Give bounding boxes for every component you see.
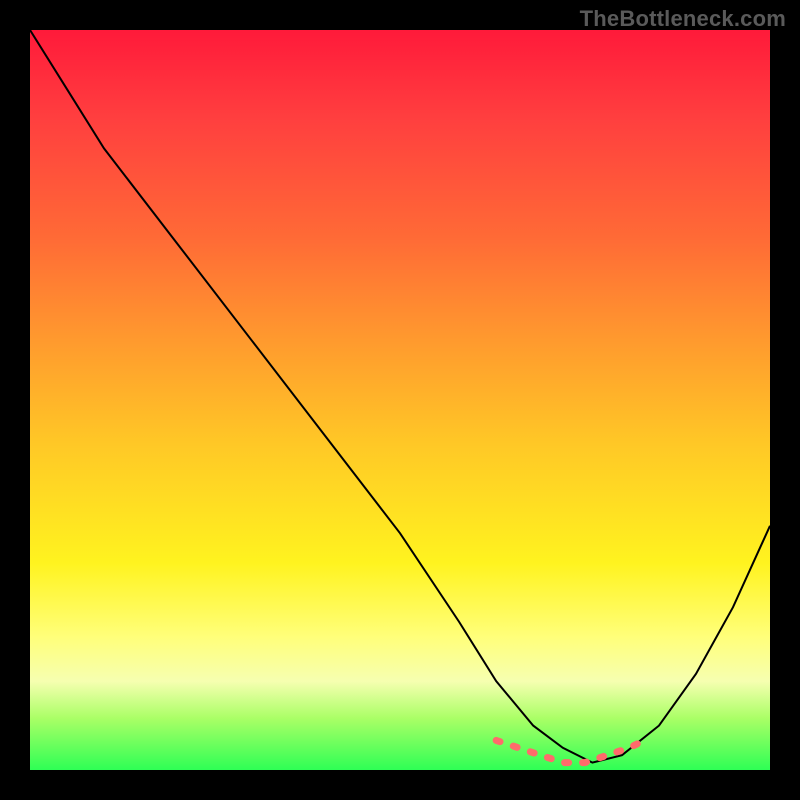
plot-area: [30, 30, 770, 770]
bottleneck-curve: [30, 30, 770, 763]
chart-frame: TheBottleneck.com: [0, 0, 800, 800]
chart-svg: [30, 30, 770, 770]
watermark-text: TheBottleneck.com: [580, 6, 786, 32]
